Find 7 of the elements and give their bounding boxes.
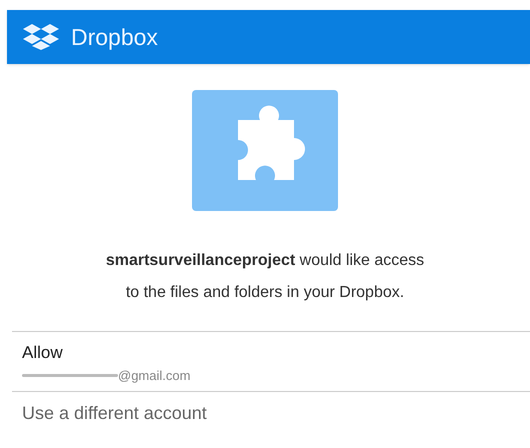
app-title: Dropbox [71, 22, 158, 52]
account-email: @gmail.com [118, 366, 190, 385]
puzzle-icon [192, 90, 338, 211]
allow-option[interactable]: Allow [22, 340, 530, 366]
permission-message: smartsurveillanceproject would like access to the files and folders in your Dropbox. [104, 251, 426, 303]
box-logo-icon [23, 24, 59, 50]
different-account-option[interactable]: Use a different account [22, 400, 530, 427]
